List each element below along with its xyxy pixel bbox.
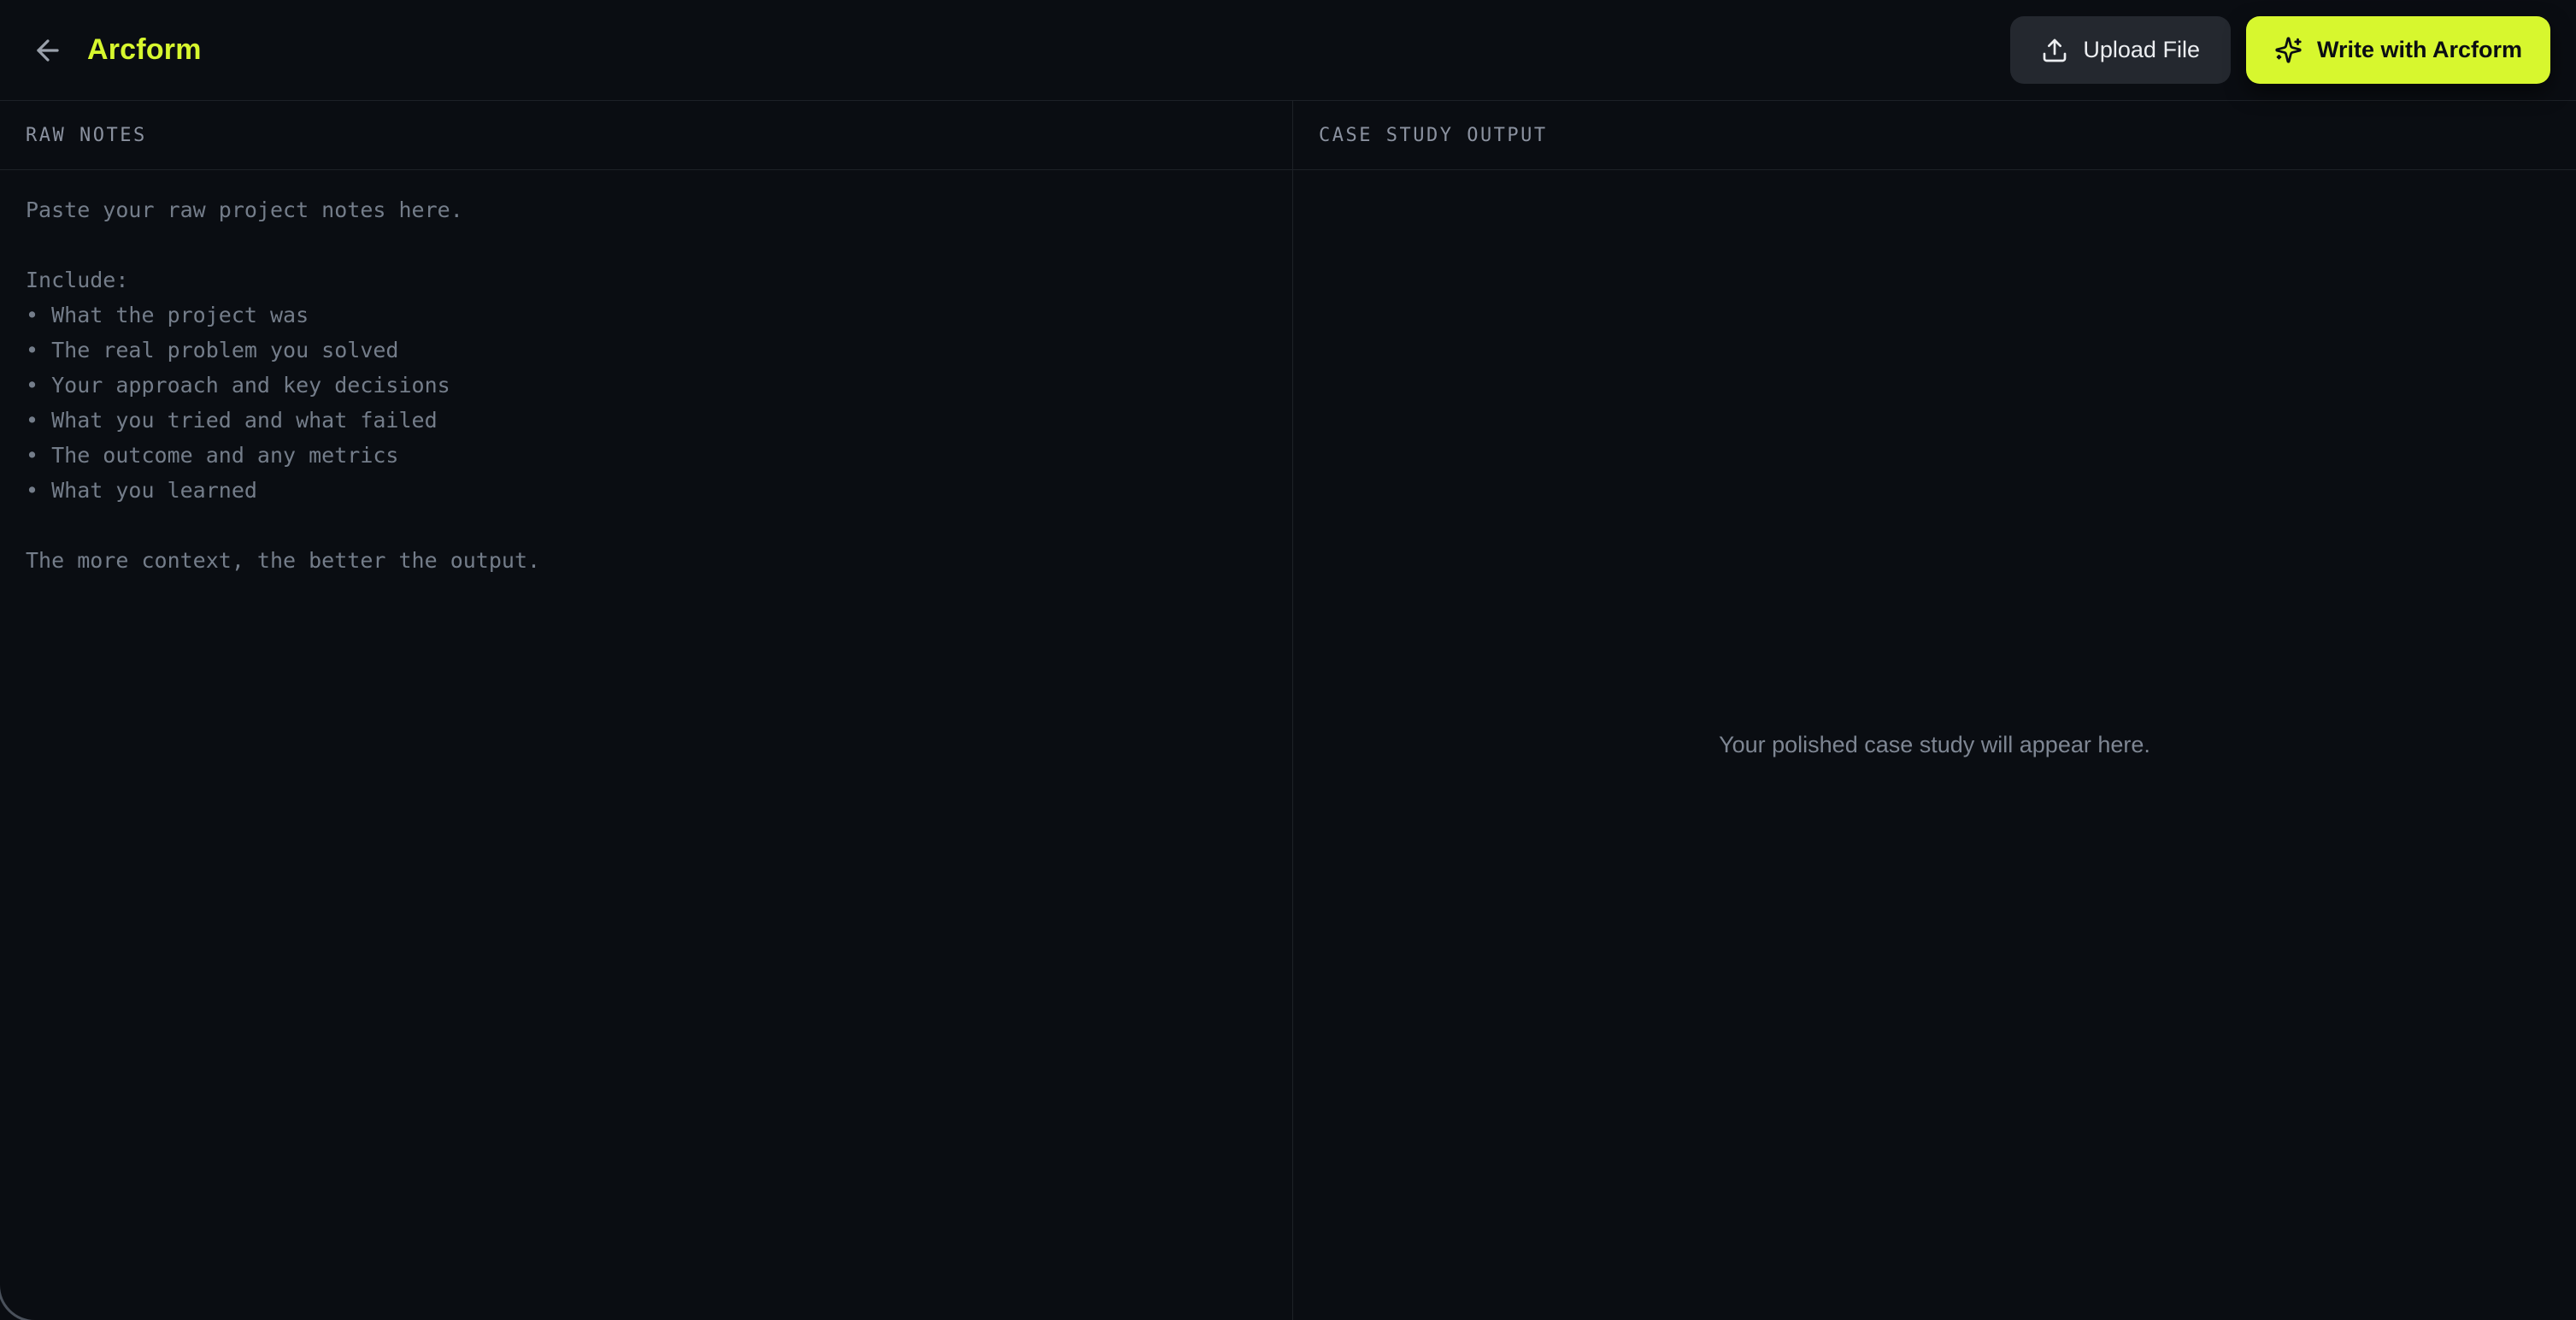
raw-notes-input[interactable] <box>0 170 1292 1320</box>
case-study-output-header: CASE STUDY OUTPUT <box>1293 101 2576 170</box>
sparkles-icon <box>2275 37 2302 63</box>
upload-file-label: Upload File <box>2083 37 2200 62</box>
top-bar-left: Arcform <box>26 28 202 73</box>
case-study-output-panel: CASE STUDY OUTPUT Your polished case stu… <box>1293 101 2576 1320</box>
raw-notes-header: RAW NOTES <box>0 101 1292 170</box>
raw-notes-panel: RAW NOTES <box>0 101 1293 1320</box>
app-title: Arcform <box>87 33 202 66</box>
output-body: Your polished case study will appear her… <box>1293 170 2576 1320</box>
upload-icon <box>2044 38 2067 62</box>
write-with-arcform-label: Write with Arcform <box>2316 37 2522 62</box>
output-empty-state: Your polished case study will appear her… <box>1719 732 2150 757</box>
top-bar-actions: Upload File Write with Arcform <box>2010 16 2550 84</box>
top-bar: Arcform Upload File Write with Arcform <box>0 0 2576 101</box>
write-with-arcform-button[interactable]: Write with Arcform <box>2245 16 2550 84</box>
arrow-left-icon <box>37 38 59 62</box>
upload-file-button[interactable]: Upload File <box>2010 16 2231 84</box>
back-button[interactable] <box>26 28 70 73</box>
main-content: RAW NOTES CASE STUDY OUTPUT Your polishe… <box>0 101 2576 1320</box>
